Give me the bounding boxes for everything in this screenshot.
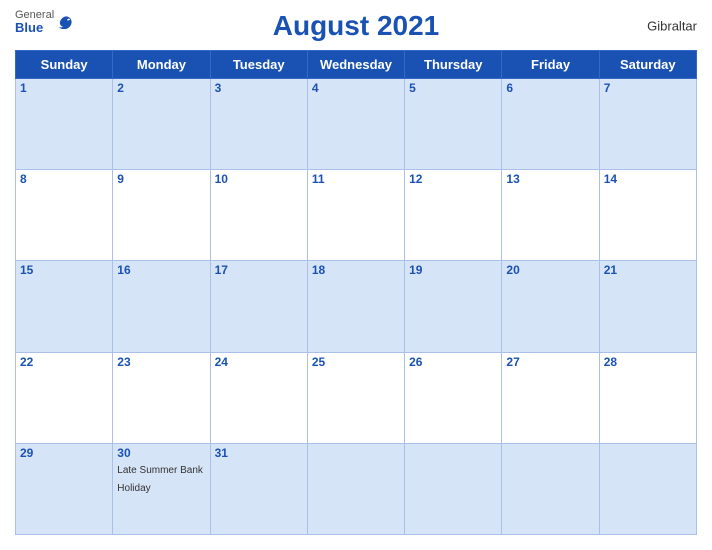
day-number: 12 [409,172,497,186]
day-number: 4 [312,81,400,95]
calendar-wrapper: General Blue August 2021 Gibraltar Sunda… [0,0,712,550]
day-cell-3: 3 [210,79,307,170]
day-cell-9: 9 [113,170,210,261]
calendar-table: Sunday Monday Tuesday Wednesday Thursday… [15,50,697,535]
day-cell-10: 10 [210,170,307,261]
logo-area: General Blue [15,10,75,34]
day-number: 23 [117,355,205,369]
day-cell-5: 5 [405,79,502,170]
day-cell-8: 8 [16,170,113,261]
day-number: 31 [215,446,303,460]
week-row-3: 15 16 17 18 19 20 21 [16,261,697,352]
day-number: 18 [312,263,400,277]
day-number: 1 [20,81,108,95]
day-number: 27 [506,355,594,369]
day-cell-31: 31 [210,443,307,534]
day-number: 30 [117,446,205,460]
day-cell-4: 4 [307,79,404,170]
day-cell-16: 16 [113,261,210,352]
week-row-1: 1234567 [16,79,697,170]
day-cell-28: 28 [599,352,696,443]
day-cell-13: 13 [502,170,599,261]
day-cell-29: 29 [16,443,113,534]
day-number: 10 [215,172,303,186]
day-number: 25 [312,355,400,369]
logo-container: General Blue [15,10,75,34]
day-number: 19 [409,263,497,277]
day-number: 17 [215,263,303,277]
day-number: 20 [506,263,594,277]
day-cell-26: 26 [405,352,502,443]
day-cell-empty [405,443,502,534]
week-row-4: 22 23 24 25 26 27 28 [16,352,697,443]
day-number: 2 [117,81,205,95]
day-cell-12: 12 [405,170,502,261]
day-cell-23: 23 [113,352,210,443]
day-cell-11: 11 [307,170,404,261]
logo-bird-icon [57,15,75,29]
day-number: 13 [506,172,594,186]
day-cell-1: 1 [16,79,113,170]
day-cell-17: 17 [210,261,307,352]
day-number: 7 [604,81,692,95]
day-number: 11 [312,172,400,186]
day-cell-18: 18 [307,261,404,352]
day-number: 26 [409,355,497,369]
day-number: 14 [604,172,692,186]
calendar-title: August 2021 [273,10,440,42]
day-cell-19: 19 [405,261,502,352]
day-cell-6: 6 [502,79,599,170]
day-number: 6 [506,81,594,95]
col-friday: Friday [502,51,599,79]
day-cell-30: 30 Late Summer Bank Holiday [113,443,210,534]
col-thursday: Thursday [405,51,502,79]
day-cell-21: 21 [599,261,696,352]
day-cell-2: 2 [113,79,210,170]
week-row-5: 29 30 Late Summer Bank Holiday 31 [16,443,697,534]
col-saturday: Saturday [599,51,696,79]
day-number: 8 [20,172,108,186]
col-sunday: Sunday [16,51,113,79]
day-number: 9 [117,172,205,186]
day-cell-14: 14 [599,170,696,261]
day-cell-24: 24 [210,352,307,443]
logo-text-block: General Blue [15,10,54,34]
col-monday: Monday [113,51,210,79]
day-cell-15: 15 [16,261,113,352]
day-number: 22 [20,355,108,369]
day-number: 29 [20,446,108,460]
day-number: 28 [604,355,692,369]
event-label: Late Summer Bank Holiday [117,465,203,494]
day-cell-20: 20 [502,261,599,352]
day-cell-empty [502,443,599,534]
day-number: 24 [215,355,303,369]
day-cell-27: 27 [502,352,599,443]
day-number: 16 [117,263,205,277]
calendar-header: General Blue August 2021 Gibraltar [15,10,697,42]
day-number: 21 [604,263,692,277]
day-number: 3 [215,81,303,95]
week-row-2: 89 10 11 12 13 14 [16,170,697,261]
weekday-header-row: Sunday Monday Tuesday Wednesday Thursday… [16,51,697,79]
day-cell-empty [307,443,404,534]
day-cell-7: 7 [599,79,696,170]
col-wednesday: Wednesday [307,51,404,79]
day-cell-empty [599,443,696,534]
region-label: Gibraltar [647,19,697,34]
day-cell-22: 22 [16,352,113,443]
day-number: 5 [409,81,497,95]
col-tuesday: Tuesday [210,51,307,79]
day-cell-25: 25 [307,352,404,443]
day-number: 15 [20,263,108,277]
logo-blue: Blue [15,21,54,34]
